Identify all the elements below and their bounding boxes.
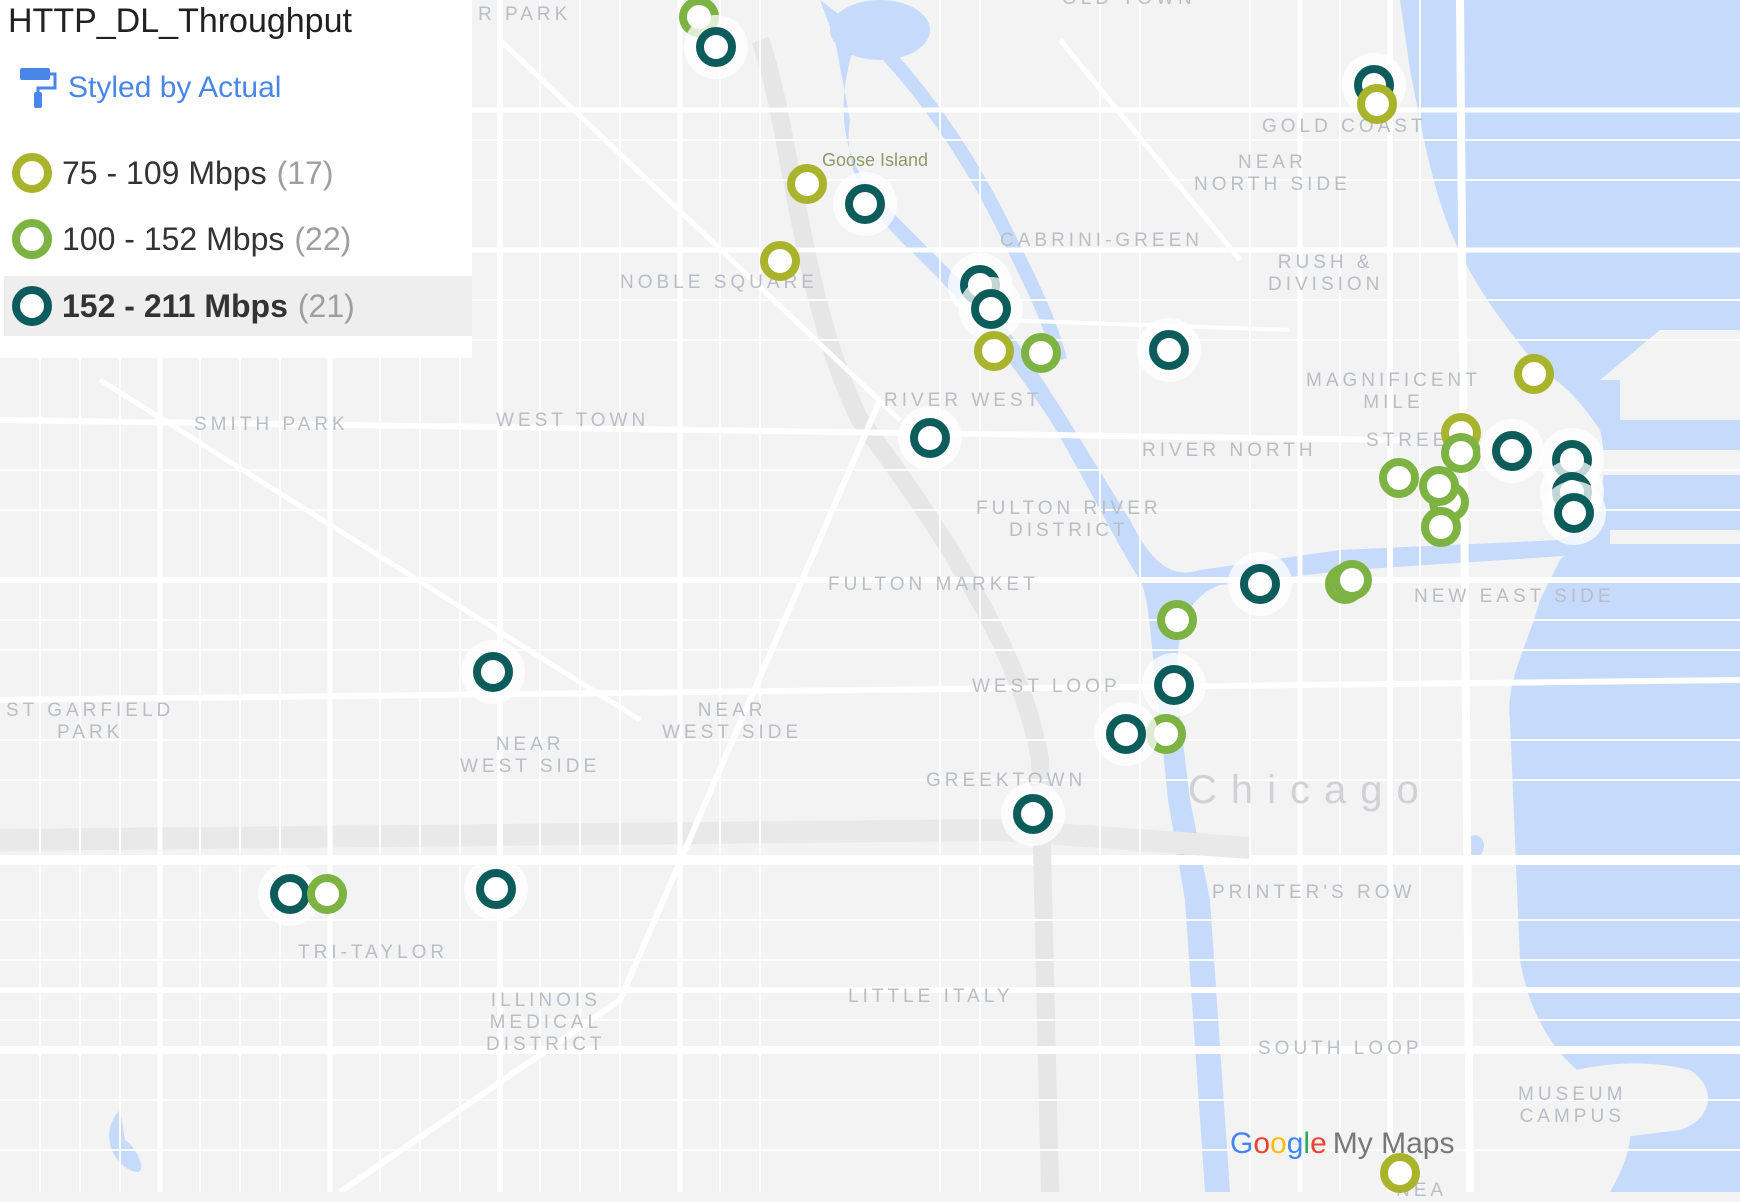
legend-item-label: 152 - 211 Mbps: [62, 287, 288, 324]
watermark-letter: e: [1310, 1127, 1327, 1160]
map-marker[interactable]: [1332, 560, 1372, 600]
area-label: LITTLE ITALY: [848, 986, 1014, 1007]
area-label: ILLINOIS MEDICAL DISTRICT: [486, 990, 606, 1055]
map-marker[interactable]: [696, 27, 736, 67]
map-marker[interactable]: [971, 289, 1011, 329]
area-label: FULTON RIVER DISTRICT: [976, 498, 1162, 541]
styled-by-label: Styled by Actual: [68, 71, 282, 104]
circle-marker-icon: [12, 153, 52, 193]
area-label: RIVER NORTH: [1142, 440, 1317, 461]
map-marker[interactable]: [760, 241, 800, 281]
area-label: OLD TOWN: [1062, 0, 1196, 10]
area-label: CABRINI-GREEN: [1000, 230, 1203, 251]
legend-item-152-211[interactable]: 152 - 211 Mbps (21): [4, 276, 472, 336]
area-label: RUSH & DIVISION: [1268, 252, 1384, 295]
navy-pier: [1620, 380, 1740, 420]
city-label: Chicago: [1188, 768, 1433, 812]
map-marker[interactable]: [1149, 330, 1189, 370]
layer-title: HTTP_DL_Throughput: [8, 2, 352, 40]
area-label: TRI-TAYLOR: [298, 942, 449, 963]
map-marker[interactable]: [473, 652, 513, 692]
legend-item-100-152[interactable]: 100 - 152 Mbps (22): [4, 209, 472, 269]
area-label: SOUTH LOOP: [1258, 1038, 1423, 1059]
map-marker[interactable]: [270, 874, 310, 914]
map-marker[interactable]: [1021, 333, 1061, 373]
map-marker[interactable]: [1554, 493, 1594, 533]
legend-item-75-109[interactable]: 75 - 109 Mbps (17): [4, 143, 472, 203]
legend-item-count: (21): [297, 287, 355, 324]
area-label: NEAR WEST SIDE: [662, 700, 803, 743]
area-label: NEW EAST SIDE: [1414, 586, 1615, 607]
map-marker[interactable]: [1419, 466, 1459, 506]
map-marker[interactable]: [1357, 84, 1397, 124]
legend-item-count: (17): [276, 154, 334, 191]
watermark-letter: o: [1270, 1127, 1287, 1160]
watermark-product: My Maps: [1332, 1127, 1455, 1160]
legend-item-label: 75 - 109 Mbps: [62, 154, 267, 191]
area-label: NEAR NORTH SIDE: [1194, 152, 1351, 195]
map-marker[interactable]: [910, 418, 950, 458]
area-label: GREEKTOWN: [926, 770, 1087, 791]
area-label: GOLD COAST: [1262, 116, 1427, 137]
styled-by-link[interactable]: Styled by Actual: [18, 66, 281, 110]
legend-panel: HTTP_DL_Throughput Styled by Actual 75 -…: [0, 0, 472, 358]
area-label: FULTON MARKET: [828, 574, 1039, 595]
map-marker[interactable]: [1013, 794, 1053, 834]
area-label: WEST LOOP: [972, 676, 1121, 697]
area-label: WEST TOWN: [496, 410, 650, 431]
circle-marker-icon: [12, 286, 52, 326]
map-marker[interactable]: [1240, 564, 1280, 604]
map-marker[interactable]: [974, 331, 1014, 371]
google-my-maps-watermark: Google My Maps: [1230, 1127, 1454, 1161]
area-label: PRINTER'S ROW: [1212, 882, 1416, 903]
map-marker[interactable]: [845, 184, 885, 224]
map-marker[interactable]: [1146, 714, 1186, 754]
paint-roller-icon: [20, 68, 57, 108]
map-marker[interactable]: [1514, 354, 1554, 394]
watermark-letter: g: [1286, 1127, 1304, 1160]
map-marker[interactable]: [1379, 458, 1419, 498]
area-label: MUSEUM CAMPUS: [1518, 1084, 1627, 1127]
legend-item-label: 100 - 152 Mbps: [62, 220, 285, 257]
map-marker[interactable]: [1154, 665, 1194, 705]
map-marker[interactable]: [476, 869, 516, 909]
circle-marker-icon: [12, 219, 52, 259]
area-label: R PARK: [478, 4, 572, 25]
map-marker[interactable]: [787, 164, 827, 204]
watermark-letter: o: [1253, 1127, 1271, 1160]
map-marker[interactable]: [1157, 600, 1197, 640]
map-marker[interactable]: [1106, 714, 1146, 754]
area-label: RIVER WEST: [884, 390, 1043, 411]
watermark-letter: l: [1303, 1127, 1311, 1160]
poi-label-goose-island: Goose Island: [822, 150, 929, 170]
area-label: ST GARFIELD PARK: [6, 700, 175, 743]
area-label: SMITH PARK: [194, 414, 349, 435]
map-marker[interactable]: [1492, 431, 1532, 471]
map-marker[interactable]: [307, 874, 347, 914]
map-marker[interactable]: [1421, 507, 1461, 547]
legend-item-count: (22): [294, 220, 352, 257]
area-label: MAGNIFICENT MILE: [1306, 370, 1481, 413]
area-label: NEAR WEST SIDE: [460, 734, 601, 777]
watermark-letter: G: [1230, 1127, 1254, 1160]
